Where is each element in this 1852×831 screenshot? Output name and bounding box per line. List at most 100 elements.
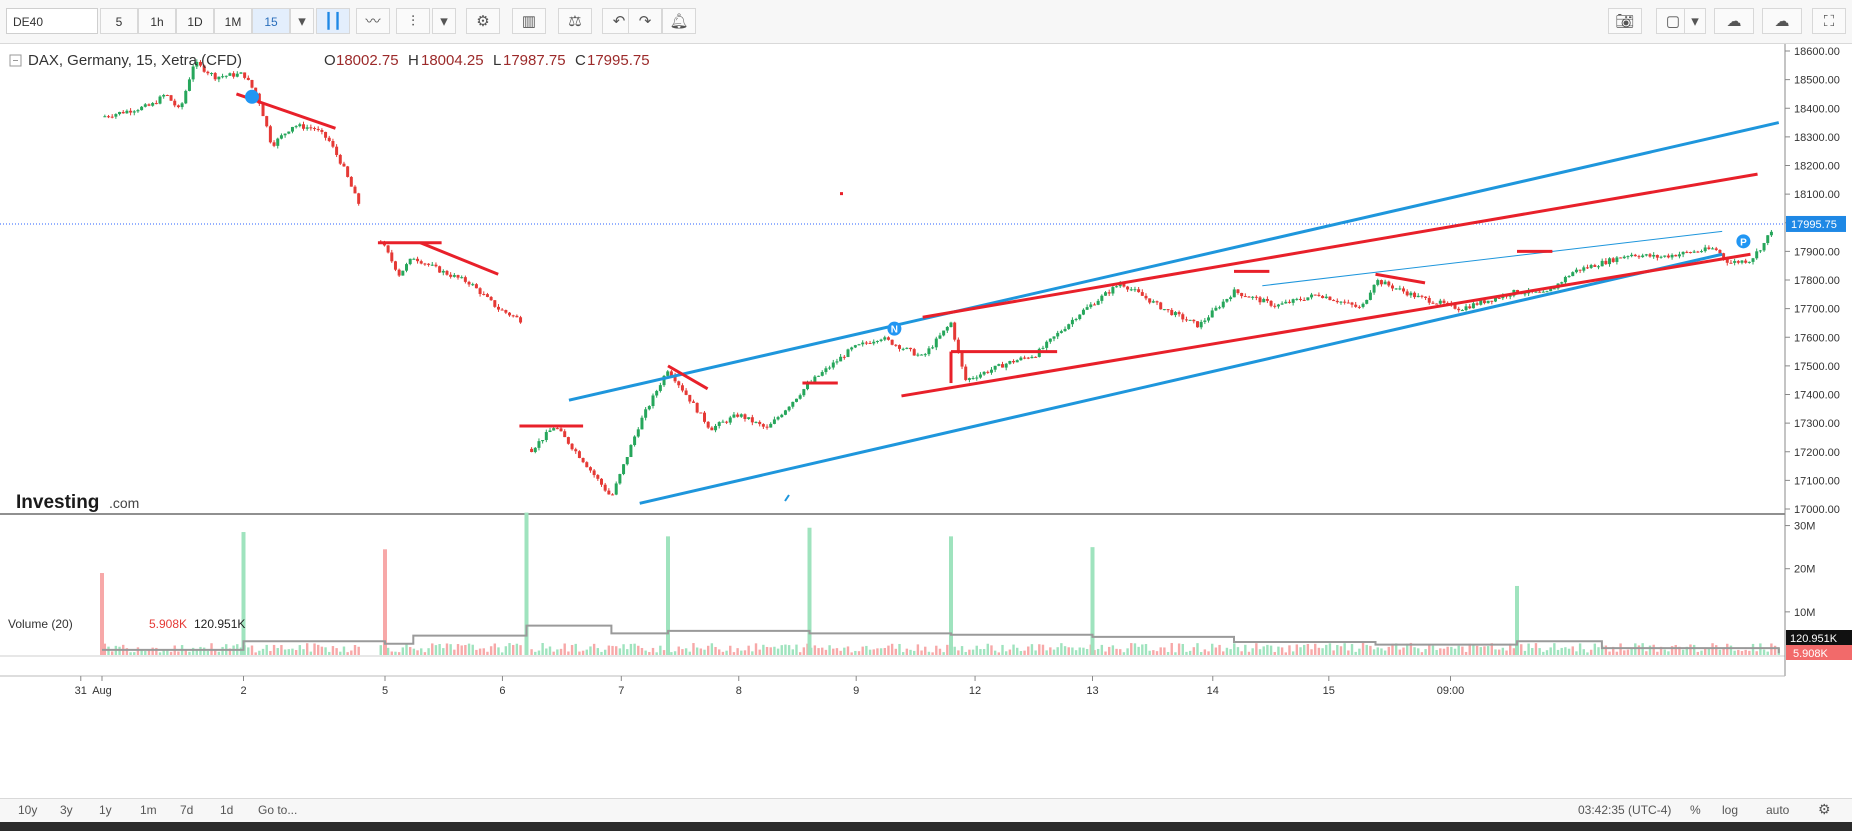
candle-body	[441, 270, 445, 273]
volume-bar	[1004, 651, 1008, 655]
price-volume-chart[interactable]: N P 18600.00 18500.00 18400.00 18300.00 18200…	[0, 44, 1852, 798]
volume-bar	[1155, 651, 1159, 655]
volume-bar	[493, 643, 497, 655]
timeframe-5-button[interactable]: 5	[100, 8, 138, 34]
range-3y-button[interactable]: 3y	[60, 803, 73, 817]
symbol-input[interactable]: DE40	[6, 8, 98, 34]
time-tick-label: Aug	[92, 685, 112, 697]
candle-body	[625, 456, 629, 465]
candle-body	[1269, 300, 1273, 306]
candle-body	[1354, 304, 1358, 307]
line-chart-icon[interactable]: 〰	[356, 8, 390, 34]
candle-body	[953, 322, 957, 340]
range-1m-button[interactable]: 1m	[140, 803, 157, 817]
last-price-tag-text: 17995.75	[1791, 219, 1837, 231]
candle-body	[386, 245, 390, 253]
fullscreen-icon[interactable]: ⛶	[1812, 8, 1846, 34]
candle-body	[1766, 235, 1770, 244]
log-scale-button[interactable]: log	[1722, 803, 1738, 817]
camera-icon[interactable]: 📷︎	[1608, 8, 1642, 34]
volume-bar	[651, 647, 655, 655]
range-10y-button[interactable]: 10y	[18, 803, 37, 817]
timeframe-15-button[interactable]: 15	[252, 8, 290, 34]
candle-body	[1295, 298, 1299, 300]
timeframe-1h-button[interactable]: 1h	[138, 8, 176, 34]
candle-body	[644, 409, 648, 418]
volume-bar	[854, 650, 857, 655]
cloud-upload-icon[interactable]: ☁	[1762, 8, 1802, 34]
volume-bar	[817, 648, 820, 655]
volume-bar	[1464, 651, 1468, 655]
candle-body	[268, 126, 272, 143]
timeframe-1d-button[interactable]: 1D	[176, 8, 214, 34]
candle-body	[1368, 292, 1372, 300]
volume-bar	[1726, 643, 1729, 655]
volume-bar	[471, 644, 474, 655]
volume-bar	[769, 647, 772, 655]
volume-bar	[924, 646, 927, 655]
volume-bar	[1667, 651, 1670, 655]
volume-bar	[1280, 647, 1284, 655]
range-7d-button[interactable]: 7d	[180, 803, 193, 817]
candle-body	[416, 258, 420, 262]
candle-body	[802, 389, 806, 396]
price-tick-label: 17700.00	[1794, 304, 1840, 316]
candle-body	[1666, 255, 1670, 258]
range-1d-button[interactable]: 1d	[220, 803, 233, 817]
volume-bar	[857, 651, 861, 655]
candle-body	[1192, 319, 1196, 322]
volume-bar	[162, 650, 165, 655]
candle-body	[1015, 360, 1019, 363]
cloud-download-icon[interactable]: ☁	[1714, 8, 1754, 34]
settings-icon[interactable]: ⚙	[466, 8, 500, 34]
volume-bar	[1637, 645, 1641, 655]
candle-body	[541, 440, 545, 442]
redo-icon[interactable]: ↷	[628, 8, 662, 34]
volume-bar	[1770, 643, 1773, 655]
candle-body	[1681, 251, 1685, 255]
time-tick-label: 14	[1207, 685, 1219, 697]
candle-body	[1755, 251, 1759, 259]
candle-body	[1416, 295, 1420, 298]
candle-body	[1714, 248, 1718, 250]
candle-body	[1019, 357, 1023, 361]
percent-scale-button[interactable]: %	[1690, 803, 1701, 817]
candle-body	[1302, 299, 1306, 301]
settings-icon[interactable]: ⚙	[1818, 801, 1831, 818]
volume-bar	[1060, 643, 1063, 655]
volume-bar	[1126, 648, 1129, 655]
volume-bar	[725, 650, 728, 655]
candle-body	[324, 131, 328, 138]
candle-body	[1398, 288, 1402, 290]
range-1y-button[interactable]: 1y	[99, 803, 112, 817]
candle-body	[1310, 294, 1314, 298]
volume-bar	[1619, 643, 1622, 655]
candle-body	[747, 417, 751, 419]
volume-bar	[144, 651, 147, 655]
compare-icon[interactable]: ▥	[512, 8, 546, 34]
volume-bar	[743, 650, 747, 655]
open-value: 18002.75	[336, 52, 399, 69]
candle-body	[614, 483, 618, 495]
candle-body	[875, 340, 879, 342]
volume-bar	[1034, 650, 1037, 655]
auto-scale-button[interactable]: auto	[1766, 803, 1789, 817]
timeframe-dropdown-icon[interactable]: ▾	[290, 8, 314, 34]
candle-body	[1420, 295, 1424, 297]
candle-body	[1383, 281, 1387, 285]
scale-icon[interactable]: ⚖	[558, 8, 592, 34]
candles-icon[interactable]: ┃┃	[316, 8, 350, 34]
timeframe-1m-button[interactable]: 1M	[214, 8, 252, 34]
volume-bar	[489, 646, 493, 655]
layout-dropdown-icon[interactable]: ▾	[1684, 8, 1706, 34]
volume-bar	[386, 647, 390, 655]
candle-body	[349, 176, 353, 187]
indicators-icon[interactable]: ⫶	[396, 8, 430, 34]
indicators-dropdown-icon[interactable]: ▾	[432, 8, 456, 34]
volume-bar	[339, 651, 342, 655]
candle-body	[684, 390, 688, 395]
goto-button[interactable]: Go to...	[258, 803, 297, 817]
alert-icon[interactable]: 🔔︎	[662, 8, 696, 34]
candle-body	[997, 364, 1001, 366]
candle-body	[107, 116, 111, 118]
